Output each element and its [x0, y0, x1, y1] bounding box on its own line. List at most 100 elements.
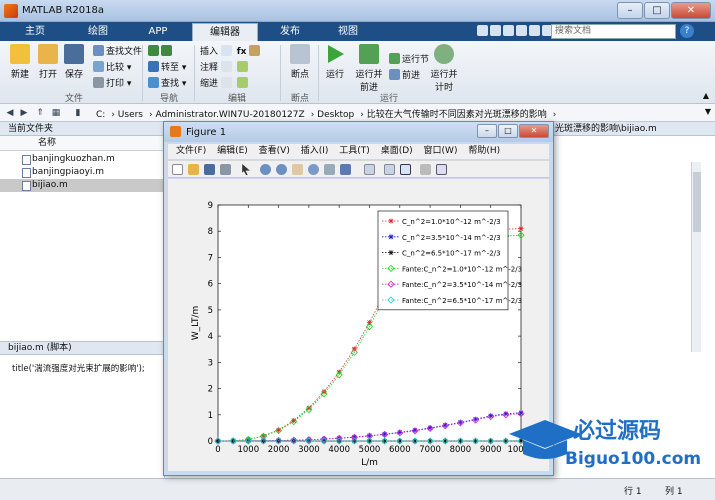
menu-help[interactable]: 帮助(H): [468, 146, 500, 156]
forward-icon[interactable]: ▶: [18, 107, 30, 119]
run-section-button[interactable]: 运行节: [389, 53, 429, 67]
menu-tools[interactable]: 工具(T): [339, 146, 370, 156]
insert-colorbar-icon[interactable]: [384, 164, 395, 175]
x-tick-label: 3000: [298, 445, 320, 455]
figure-close-button[interactable]: ✕: [519, 124, 549, 138]
figure-window[interactable]: Figure 1 – □ ✕ 文件(F) 编辑(E) 查看(V) 插入(I) 工…: [163, 121, 554, 476]
run-button[interactable]: 运行: [318, 44, 352, 80]
find-files-button[interactable]: 查找文件: [93, 45, 142, 59]
figure-title-bar[interactable]: Figure 1 – □ ✕: [164, 122, 553, 142]
cut-icon[interactable]: [490, 25, 501, 36]
help-icon[interactable]: ?: [680, 24, 694, 38]
save-quick-icon[interactable]: [477, 25, 488, 36]
goto-back-button[interactable]: [148, 45, 174, 59]
advance-button[interactable]: 前进: [389, 69, 420, 83]
indent-button[interactable]: 缩进: [200, 77, 250, 91]
legend-entry: Fante:C_n^2=6.5*10^-17 m^-2/3: [402, 297, 522, 305]
tab-view[interactable]: 视图: [322, 23, 374, 41]
legend-entry: C_n^2=3.5*10^-14 m^-2/3: [402, 234, 501, 242]
paste-icon[interactable]: [516, 25, 527, 36]
figure-minimize-button[interactable]: –: [477, 124, 497, 138]
tab-home[interactable]: 主页: [10, 23, 60, 41]
brush-icon[interactable]: [340, 164, 351, 175]
print-figure-icon[interactable]: [220, 164, 231, 175]
hide-plot-tools-icon[interactable]: [420, 164, 431, 175]
file-item-selected[interactable]: bijiao.m: [0, 179, 165, 192]
status-col: 列 1: [665, 487, 683, 497]
close-button[interactable]: ✕: [671, 2, 711, 19]
crumb-users[interactable]: Users: [118, 110, 143, 120]
pan-icon[interactable]: [292, 164, 303, 175]
browse-folder-icon[interactable]: ▦: [50, 107, 62, 119]
script-preview: title('湍流强度对光束扩展的影响');: [12, 364, 145, 374]
undo-icon[interactable]: [529, 25, 540, 36]
figure-canvas[interactable]: 0 1000 2000 3000 4000 5000 6000 7000 8000 9000 100…: [168, 179, 549, 471]
plot-svg[interactable]: 0 1000 2000 3000 4000 5000 6000 7000 8000 9000 100…: [168, 179, 549, 471]
insert-legend-icon[interactable]: [400, 164, 411, 175]
zoom-in-icon[interactable]: [260, 164, 271, 175]
menu-window[interactable]: 窗口(W): [424, 146, 458, 156]
pointer-icon[interactable]: [242, 164, 250, 175]
rotate-icon[interactable]: [308, 164, 319, 175]
up-folder-icon[interactable]: ⇑: [34, 107, 46, 119]
insert-section-icon: [220, 45, 232, 56]
name-column-header[interactable]: 名称: [0, 136, 165, 151]
goto-button[interactable]: 转至 ▾: [148, 61, 186, 75]
collapse-ribbon-icon[interactable]: ▲: [703, 91, 709, 100]
legend-entry: Fante:C_n^2=1.0*10^-12 m^-2/3: [402, 265, 522, 273]
tab-apps[interactable]: APP: [132, 23, 184, 41]
run-time-icon: [434, 44, 454, 64]
copy-icon[interactable]: [503, 25, 514, 36]
find-button[interactable]: 查找 ▾: [148, 77, 186, 91]
back-icon[interactable]: ◀: [4, 107, 16, 119]
address-dropdown-icon[interactable]: ▼: [705, 107, 711, 116]
x-tick-label: 4000: [328, 445, 350, 455]
link-plot-icon[interactable]: [364, 164, 375, 175]
zoom-out-icon[interactable]: [276, 164, 287, 175]
run-advance-button[interactable]: 运行并 前进: [351, 44, 387, 93]
minimize-button[interactable]: –: [617, 2, 643, 19]
search-docs-input[interactable]: 搜索文档: [551, 24, 676, 39]
show-plot-tools-icon[interactable]: [436, 164, 447, 175]
maximize-button[interactable]: □: [644, 2, 670, 19]
tab-editor[interactable]: 编辑器: [192, 23, 258, 41]
m-file-icon: [22, 155, 31, 165]
crumb-drive[interactable]: C:: [96, 110, 105, 120]
menu-insert[interactable]: 插入(I): [301, 146, 329, 156]
print-button[interactable]: 打印 ▾: [93, 77, 131, 91]
data-cursor-icon[interactable]: [324, 164, 335, 175]
y-tick-label: 7: [208, 253, 213, 263]
insert-button[interactable]: 插入 fx: [200, 45, 262, 59]
open-file-icon[interactable]: [188, 164, 199, 175]
file-item[interactable]: banjingkuozhan.m: [0, 153, 165, 166]
menu-view[interactable]: 查看(V): [259, 146, 290, 156]
y-tick-label: 9: [208, 201, 213, 211]
compare-button[interactable]: 比较 ▾: [93, 61, 131, 75]
menu-file[interactable]: 文件(F): [176, 146, 206, 156]
run-section-icon: [389, 53, 400, 64]
breakpoints-button[interactable]: 断点: [283, 44, 317, 80]
menu-desktop[interactable]: 桌面(D): [381, 146, 413, 156]
comment-button[interactable]: 注释: [200, 61, 250, 75]
editor-scrollbar[interactable]: [691, 162, 701, 352]
editor-ribbon: 新建 打开 保存 查找文件 比较 ▾ 打印 ▾ 文件 转至 ▾ 查找 ▾ 导航 …: [0, 41, 715, 104]
tab-plots[interactable]: 绘图: [68, 23, 128, 41]
crumb-project[interactable]: 比较在大气传输时不同因素对光斑漂移的影响: [367, 110, 547, 120]
menu-edit[interactable]: 编辑(E): [217, 146, 248, 156]
run-time-button[interactable]: 运行并 计时: [426, 44, 462, 93]
file-item[interactable]: banjingpiaoyi.m: [0, 166, 165, 179]
status-row: 行 1: [624, 487, 642, 497]
save-figure-icon[interactable]: [204, 164, 215, 175]
m-file-icon: [22, 181, 31, 191]
group-edit-label: 编辑: [227, 94, 246, 104]
x-tick-label: 1000: [237, 445, 259, 455]
crumb-admin[interactable]: Administrator.WIN7U-20180127Z: [155, 110, 304, 120]
wrap-icon: [236, 61, 248, 72]
save-button[interactable]: 保存: [57, 44, 91, 80]
figure-maximize-button[interactable]: □: [498, 124, 518, 138]
editor-tab-title[interactable]: 光斑漂移的影响\bijiao.m: [553, 122, 715, 136]
group-run-label: 运行: [379, 94, 398, 104]
crumb-desktop[interactable]: Desktop: [317, 110, 354, 120]
tab-publish[interactable]: 发布: [262, 23, 318, 41]
new-figure-icon[interactable]: [172, 164, 183, 175]
